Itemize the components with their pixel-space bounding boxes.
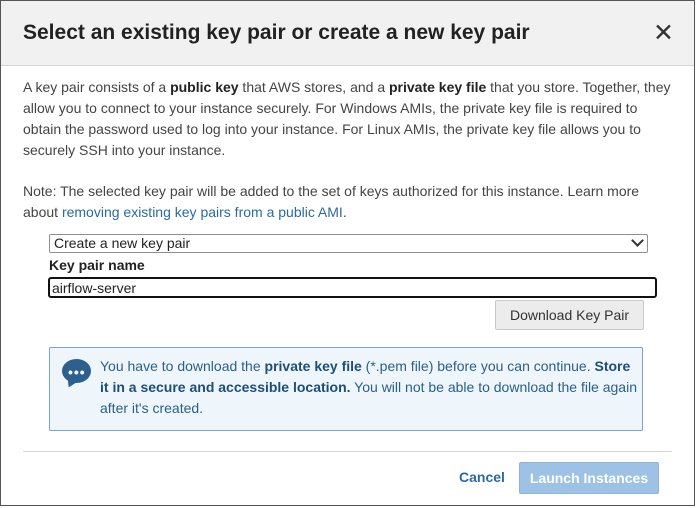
note-paragraph: Note: The selected key pair will be adde… — [23, 181, 673, 223]
key-pair-select[interactable]: Create a new key pair — [49, 234, 648, 253]
dialog-header: Select an existing key pair or create a … — [1, 1, 694, 66]
download-key-pair-button[interactable]: Download Key Pair — [495, 300, 644, 330]
dialog-title: Select an existing key pair or create a … — [23, 21, 530, 44]
description-bold-2: private key file — [389, 79, 487, 95]
key-pair-description: A key pair consists of a public key that… — [23, 77, 673, 161]
info-bold-1: private key file — [264, 358, 362, 374]
remove-key-pairs-link[interactable]: removing existing key pairs from a publi… — [62, 204, 343, 220]
key-pair-name-label: Key pair name — [49, 257, 145, 273]
launch-instances-button[interactable]: Launch Instances — [519, 462, 659, 494]
cancel-button[interactable]: Cancel — [459, 469, 505, 485]
footer-divider — [23, 451, 672, 452]
chat-bubble-icon: ••• — [62, 359, 91, 383]
description-bold-1: public key — [170, 79, 239, 95]
chevron-down-icon — [631, 234, 644, 247]
key-pair-select-value: Create a new key pair — [54, 235, 191, 251]
info-message: You have to download the private key fil… — [100, 356, 640, 419]
description-text-2: that AWS stores, and a — [238, 79, 389, 95]
description-text-1: A key pair consists of a — [23, 79, 171, 95]
close-icon[interactable]: ✕ — [653, 19, 674, 47]
download-info-box: ••• You have to download the private key… — [49, 347, 643, 431]
key-pair-dialog: Select an existing key pair or create a … — [0, 0, 695, 506]
info-text-2: (*.pem file) before you can continue. — [361, 358, 595, 374]
note-end: . — [342, 204, 347, 220]
info-text-1: You have to download the — [100, 358, 265, 374]
key-pair-name-input[interactable] — [48, 277, 657, 298]
